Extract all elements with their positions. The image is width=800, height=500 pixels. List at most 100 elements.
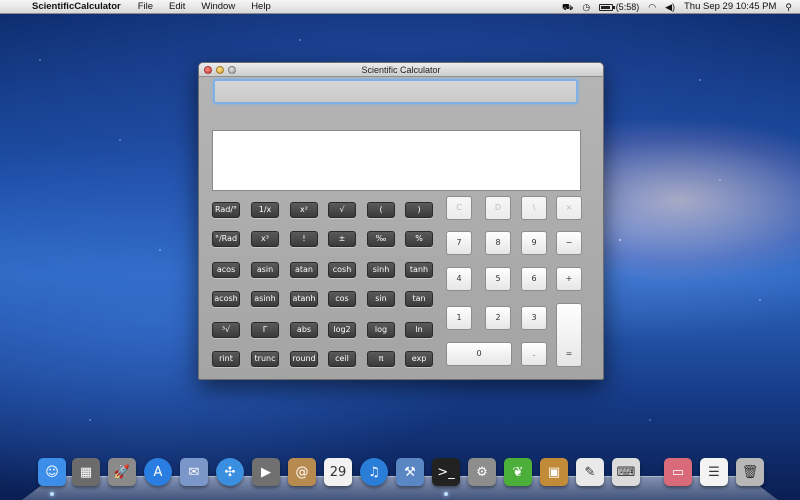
add-button[interactable]: + <box>556 267 582 291</box>
abs-button[interactable]: abs <box>290 322 318 338</box>
ln-button[interactable]: ln <box>405 322 433 338</box>
facetime-icon[interactable]: ▶ <box>252 458 280 486</box>
acosh-button[interactable]: acosh <box>212 291 240 307</box>
calculator-window: Scientific Calculator Rad/° 1/x x² √ () °/Rad… <box>198 62 604 380</box>
log-button[interactable]: log <box>367 322 395 338</box>
rad-deg-button[interactable]: Rad/° <box>212 202 240 218</box>
zoom-button[interactable] <box>228 66 236 74</box>
subtract-button[interactable]: − <box>556 231 582 255</box>
atanh-button[interactable]: atanh <box>290 291 318 307</box>
running-indicator <box>444 492 448 496</box>
key-8[interactable]: 8 <box>485 231 511 255</box>
sinh-button[interactable]: sinh <box>367 262 395 278</box>
multiply-button[interactable]: × <box>556 196 582 220</box>
mail-icon[interactable]: ✉ <box>180 458 208 486</box>
menu-window[interactable]: Window <box>201 1 235 12</box>
dashboard-icon[interactable]: ▦ <box>72 458 100 486</box>
close-button[interactable] <box>204 66 212 74</box>
delivery-truck-icon[interactable]: ⛟ <box>562 1 573 13</box>
delete-button[interactable]: D <box>485 196 511 220</box>
tanh-button[interactable]: tanh <box>405 262 433 278</box>
finder-icon[interactable]: ☺ <box>38 458 66 486</box>
percent-button[interactable]: % <box>405 231 433 247</box>
keyboard-viewer-icon[interactable]: ⌨ <box>612 458 640 486</box>
minimize-button[interactable] <box>216 66 224 74</box>
launchpad-icon[interactable]: 🚀 <box>108 458 136 486</box>
divide-button[interactable]: \ <box>521 196 547 220</box>
exp-button[interactable]: exp <box>405 351 433 367</box>
plus-minus-button[interactable]: ± <box>328 231 356 247</box>
tan-button[interactable]: tan <box>405 291 433 307</box>
log2-button[interactable]: log2 <box>328 322 356 338</box>
window-titlebar[interactable]: Scientific Calculator <box>199 63 603 77</box>
terminal-icon[interactable]: >_ <box>432 458 460 486</box>
ceil-button[interactable]: ceil <box>328 351 356 367</box>
gamma-button[interactable]: Γ <box>251 322 279 338</box>
running-indicator <box>50 492 54 496</box>
trash-icon[interactable]: 🗑 <box>736 458 764 486</box>
key-3[interactable]: 3 <box>521 306 547 330</box>
menu-edit[interactable]: Edit <box>169 1 185 12</box>
cube-button[interactable]: x³ <box>251 231 279 247</box>
round-button[interactable]: round <box>290 351 318 367</box>
status-area: ⛟ ◷ (5:58) ◠ ◀) Thu Sep 29 10:45 PM ⚲ <box>553 1 800 13</box>
clock[interactable]: Thu Sep 29 10:45 PM <box>684 1 776 12</box>
css-editor-icon[interactable]: ✎ <box>576 458 604 486</box>
key-4[interactable]: 4 <box>446 267 472 291</box>
menu-help[interactable]: Help <box>251 1 271 12</box>
address-book-icon[interactable]: @ <box>288 458 316 486</box>
trunc-button[interactable]: trunc <box>251 351 279 367</box>
volume-icon[interactable]: ◀) <box>665 1 675 13</box>
open-paren-button[interactable]: ( <box>367 202 395 218</box>
decimal-point-button[interactable]: . <box>521 342 547 366</box>
asinh-button[interactable]: asinh <box>251 291 279 307</box>
pi-button[interactable]: π <box>367 351 395 367</box>
window-controls <box>204 66 236 74</box>
key-1[interactable]: 1 <box>446 306 472 330</box>
cube-root-button[interactable]: ³√ <box>212 322 240 338</box>
sqrt-button[interactable]: √ <box>328 202 356 218</box>
app-menu[interactable]: ScientificCalculator <box>32 1 121 12</box>
folder-icon[interactable]: ▭ <box>664 458 692 486</box>
leaf-app-icon[interactable]: ❦ <box>504 458 532 486</box>
key-0[interactable]: 0 <box>446 342 512 366</box>
expression-input[interactable] <box>213 79 578 104</box>
atan-button[interactable]: atan <box>290 262 318 278</box>
asin-button[interactable]: asin <box>251 262 279 278</box>
itunes-icon[interactable]: ♫ <box>360 458 388 486</box>
app-store-icon[interactable]: A <box>144 458 172 486</box>
clear-button[interactable]: C <box>446 196 472 220</box>
cosh-button[interactable]: cosh <box>328 262 356 278</box>
key-7[interactable]: 7 <box>446 231 472 255</box>
menu-file[interactable]: File <box>138 1 153 12</box>
deg-rad-button[interactable]: °/Rad <box>212 231 240 247</box>
permille-button[interactable]: ‰ <box>367 231 395 247</box>
cos-button[interactable]: cos <box>328 291 356 307</box>
close-paren-button[interactable]: ) <box>405 202 433 218</box>
factorial-button[interactable]: ! <box>290 231 318 247</box>
system-preferences-icon[interactable]: ⚙ <box>468 458 496 486</box>
equals-button[interactable]: = <box>556 303 582 367</box>
key-2[interactable]: 2 <box>485 306 511 330</box>
spotlight-icon[interactable]: ⚲ <box>785 1 792 13</box>
key-5[interactable]: 5 <box>485 267 511 291</box>
battery-time: (5:58) <box>615 1 640 12</box>
document-icon[interactable]: ☰ <box>700 458 728 486</box>
key-6[interactable]: 6 <box>521 267 547 291</box>
calendar-icon[interactable]: 29 <box>324 458 352 486</box>
square-button[interactable]: x² <box>290 202 318 218</box>
wifi-icon[interactable]: ◠ <box>648 1 656 13</box>
battery-status[interactable]: (5:58) <box>599 1 639 13</box>
safari-icon[interactable]: ✣ <box>216 458 244 486</box>
time-machine-icon[interactable]: ◷ <box>582 1 590 13</box>
rint-button[interactable]: rint <box>212 351 240 367</box>
installer-icon[interactable]: ▣ <box>540 458 568 486</box>
key-9[interactable]: 9 <box>521 231 547 255</box>
xcode-icon[interactable]: ⚒ <box>396 458 424 486</box>
acos-button[interactable]: acos <box>212 262 240 278</box>
sin-button[interactable]: sin <box>367 291 395 307</box>
battery-icon <box>599 3 616 11</box>
window-title: Scientific Calculator <box>361 65 441 75</box>
reciprocal-button[interactable]: 1/x <box>251 202 279 218</box>
result-display <box>212 130 581 191</box>
